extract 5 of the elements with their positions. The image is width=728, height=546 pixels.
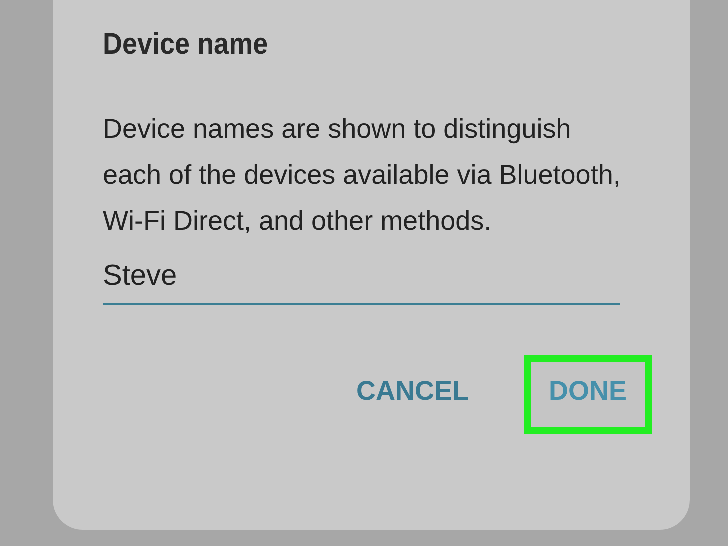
dialog-title: Device name [103, 28, 270, 62]
device-name-field[interactable]: Steve [103, 260, 620, 305]
cancel-button[interactable]: CANCEL [331, 355, 494, 434]
done-button[interactable]: DONE [524, 355, 652, 434]
dialog-message: Device names are shown to distinguish each of the devices available via Bluetooth, Wi-Fi Direct, and other methods. [103, 113, 622, 238]
